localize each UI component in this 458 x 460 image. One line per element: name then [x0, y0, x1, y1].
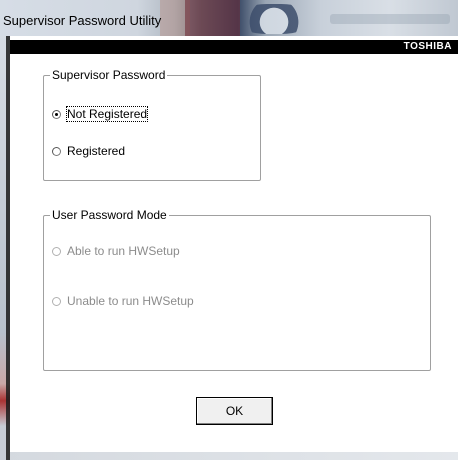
brand-logo-text: TOSHIBA — [403, 41, 452, 52]
background-blur — [330, 14, 450, 24]
window-edge — [10, 452, 458, 460]
brand-bar: TOSHIBA — [10, 40, 458, 54]
user-password-mode-group: User Password Mode — [43, 208, 431, 371]
radio-unchecked-icon — [52, 246, 61, 256]
unable-to-run-hwsetup-label: Unable to run HWSetup — [67, 294, 194, 308]
radio-unchecked-icon[interactable] — [52, 146, 61, 156]
supervisor-password-legend: Supervisor Password — [50, 68, 168, 82]
able-to-run-hwsetup-label: Able to run HWSetup — [67, 244, 180, 258]
background-blur — [238, 4, 310, 34]
ok-button-label: OK — [225, 404, 244, 418]
not-registered-label[interactable]: Not Registered — [65, 106, 149, 122]
not-registered-radio[interactable]: Not Registered — [52, 106, 149, 122]
radio-checked-icon[interactable] — [52, 109, 61, 119]
user-password-mode-legend: User Password Mode — [50, 208, 169, 222]
supervisor-password-group: Supervisor Password — [43, 68, 261, 181]
window-edge — [0, 36, 10, 460]
registered-radio[interactable]: Registered — [52, 144, 125, 158]
radio-unchecked-icon — [52, 296, 61, 306]
dialog-body: Supervisor Password Not Registered Regis… — [10, 54, 458, 460]
background-blur — [185, 0, 240, 36]
able-to-run-hwsetup-radio: Able to run HWSetup — [52, 244, 180, 258]
window-title: Supervisor Password Utility — [3, 13, 162, 28]
title-bar[interactable]: Supervisor Password Utility — [0, 0, 458, 36]
registered-label[interactable]: Registered — [67, 144, 125, 158]
unable-to-run-hwsetup-radio: Unable to run HWSetup — [52, 294, 194, 308]
ok-button[interactable]: OK — [196, 397, 273, 425]
